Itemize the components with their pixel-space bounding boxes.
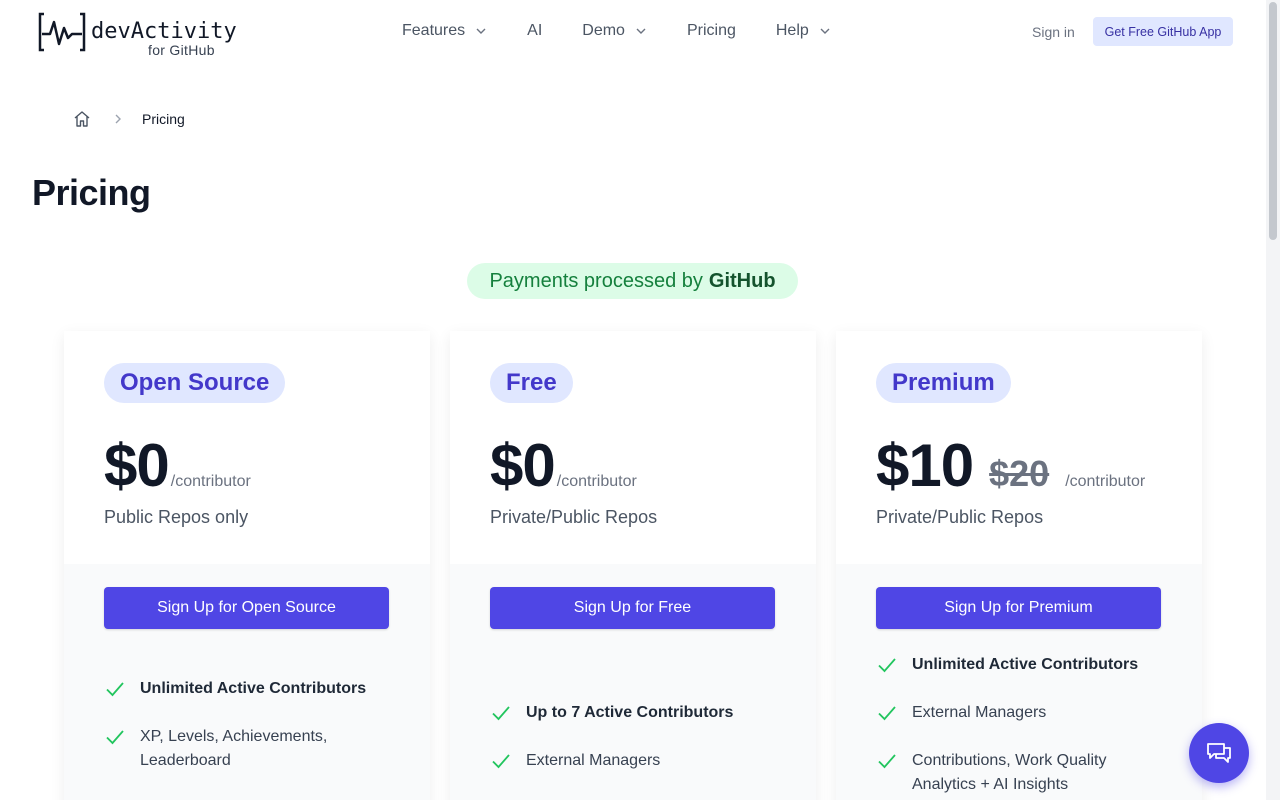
logo[interactable]: devActivity for GitHub <box>38 12 237 58</box>
check-icon <box>878 658 896 673</box>
plan-subtitle: Public Repos only <box>104 507 249 527</box>
logo-name: devActivity <box>91 19 237 44</box>
plan-card-open-source: Open Source $0 /contributor Public Repos… <box>64 331 430 800</box>
plan-price-unit: /contributor <box>1065 473 1146 490</box>
chat-icon <box>1207 743 1231 763</box>
plan-name-badge: Open Source <box>104 363 286 403</box>
page-scrollbar[interactable] <box>1266 0 1280 800</box>
chevron-right-icon <box>115 114 121 124</box>
payments-prefix: Payments processed by <box>489 269 703 292</box>
feature-text: External Managers <box>526 752 661 769</box>
nav-ai-label: AI <box>527 22 543 39</box>
nav-ai[interactable]: AI <box>527 22 542 40</box>
nav-help[interactable]: Help <box>776 22 831 40</box>
sign-in-link[interactable]: Sign in <box>1032 24 1075 40</box>
logo-mark-icon <box>38 12 86 52</box>
nav-features-label: Features <box>402 22 466 39</box>
feature-item: External Managers <box>490 749 780 773</box>
plan-feature-list: Unlimited Active Contributors XP, Levels… <box>104 677 394 797</box>
feature-item: External Managers <box>876 701 1166 725</box>
plan-name-badge: Free <box>490 363 573 403</box>
plan-price-unit: /contributor <box>556 473 637 490</box>
feature-text: External Managers <box>912 704 1047 721</box>
nav-demo[interactable]: Demo <box>582 22 647 40</box>
sign-up-open-source-button[interactable]: Sign Up for Open Source <box>104 587 389 629</box>
plan-price-unit: /contributor <box>170 473 251 490</box>
feature-text: Up to 7 Active Contributors <box>526 704 734 721</box>
check-icon <box>106 682 124 697</box>
nav-help-label: Help <box>775 22 809 39</box>
breadcrumb-current: Pricing <box>142 111 185 127</box>
check-icon <box>878 754 896 769</box>
chevron-down-icon <box>820 28 830 34</box>
feature-item: Up to 7 Active Contributors <box>490 701 780 725</box>
site-header: devActivity for GitHub Features AI Demo … <box>0 0 1266 64</box>
plan-old-price: $20 <box>989 453 1050 494</box>
plan-feature-list: Unlimited Active Contributors External M… <box>876 653 1166 800</box>
sign-up-free-button[interactable]: Sign Up for Free <box>490 587 775 629</box>
feature-text: Unlimited Active Contributors <box>140 680 367 697</box>
check-icon <box>106 730 124 745</box>
home-icon[interactable] <box>72 109 92 129</box>
plan-feature-list: Up to 7 Active Contributors External Man… <box>490 701 780 797</box>
feature-item: Unlimited Active Contributors <box>104 677 394 701</box>
plan-card-premium: Premium $10 $20 /contributor Private/Pub… <box>836 331 1202 800</box>
nav-pricing-label: Pricing <box>686 22 736 39</box>
payments-badge: Payments processed by GitHub <box>467 263 798 299</box>
nav-pricing[interactable]: Pricing <box>687 22 736 40</box>
nav-features[interactable]: Features <box>402 22 487 40</box>
feature-item: Unlimited Active Contributors <box>876 653 1166 677</box>
nav-demo-label: Demo <box>582 22 625 39</box>
sign-up-premium-button[interactable]: Sign Up for Premium <box>876 587 1161 629</box>
feature-text: Unlimited Active Contributors <box>912 656 1139 673</box>
feature-item: XP, Levels, Achievements, Leaderboard <box>104 725 394 773</box>
breadcrumb: Pricing <box>72 109 185 129</box>
check-icon <box>878 706 896 721</box>
plan-subtitle: Private/Public Repos <box>490 507 658 527</box>
plan-name-badge: Premium <box>876 363 1011 403</box>
check-icon <box>492 706 510 721</box>
plan-price: $10 <box>876 432 974 499</box>
main-nav: Features AI Demo Pricing Help <box>402 22 871 40</box>
check-icon <box>492 754 510 769</box>
page-title: Pricing <box>32 172 151 213</box>
plan-subtitle: Private/Public Repos <box>876 507 1044 527</box>
chevron-down-icon <box>476 28 486 34</box>
get-github-app-button[interactable]: Get Free GitHub App <box>1093 17 1233 46</box>
chat-button[interactable] <box>1189 723 1249 783</box>
chevron-down-icon <box>636 28 646 34</box>
feature-item: Contributions, Work Quality Analytics + … <box>876 749 1166 797</box>
scrollbar-thumb[interactable] <box>1269 2 1277 240</box>
plan-card-free: Free $0 /contributor Private/Public Repo… <box>450 331 816 800</box>
logo-subtitle: for GitHub <box>148 42 215 58</box>
feature-text: Contributions, Work Quality Analytics + … <box>912 752 1107 793</box>
payments-provider: GitHub <box>708 269 776 292</box>
plan-price: $0 <box>104 432 170 499</box>
feature-text: XP, Levels, Achievements, Leaderboard <box>140 728 328 769</box>
plan-price: $0 <box>490 432 556 499</box>
